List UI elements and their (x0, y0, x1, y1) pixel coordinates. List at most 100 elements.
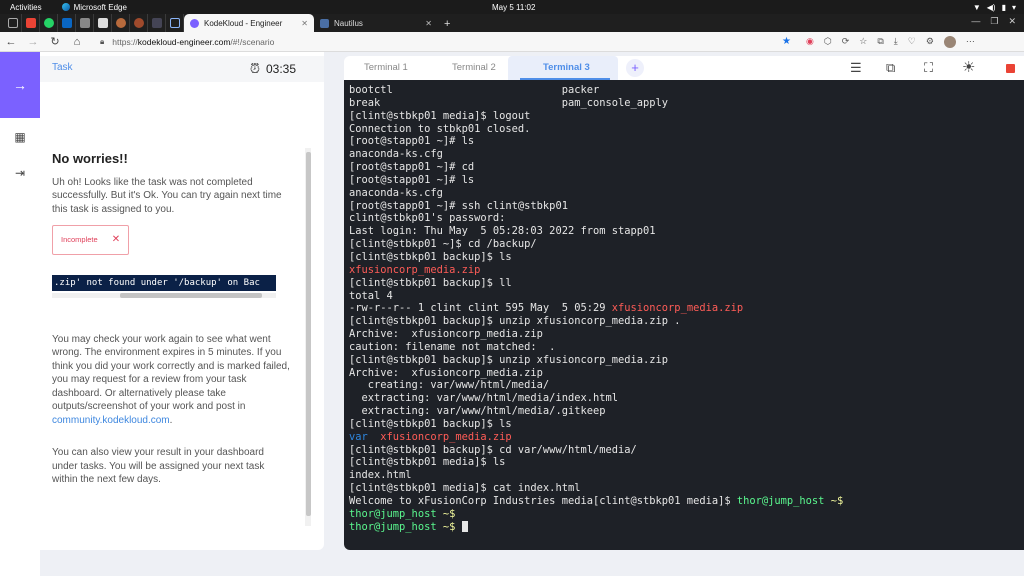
terminal-line: extracting: var/www/html/media/.gitkeep (349, 405, 1024, 418)
task-scrollbar-thumb[interactable] (306, 152, 311, 516)
volume-icon: ◀) (986, 2, 996, 12)
terminal-line: [root@stapp01 ~]# ls (349, 174, 1024, 187)
new-tab-button[interactable]: + (444, 18, 450, 30)
pinned-tab-app-1[interactable] (112, 14, 130, 32)
community-link[interactable]: community.kodekloud.com (52, 415, 170, 426)
tab-terminal-1[interactable]: Terminal 1 (364, 62, 408, 73)
app-icon (151, 18, 162, 28)
task-result-content: No worries!! Uh oh! Looks like the task … (52, 152, 292, 487)
dashboard-grid-icon[interactable]: ▦ (0, 130, 40, 144)
terminal-text: [clint@stbkp01 backup]$ unzip xfusioncor… (349, 353, 669, 366)
error-scrollbar-thumb[interactable] (120, 292, 262, 298)
home-icon[interactable]: ⌂ (66, 36, 88, 48)
tab-terminal-3[interactable]: Terminal 3 (543, 62, 590, 73)
collections-icon[interactable]: ⧉ (877, 36, 883, 47)
app-menu[interactable]: Microsoft Edge (61, 3, 127, 12)
battery-icon: ▮ (1001, 2, 1006, 12)
close-tab-icon[interactable]: ✕ (301, 19, 308, 28)
terminal-line: anaconda-ks.cfg (349, 187, 1024, 200)
menu-icon[interactable]: ☰ (850, 60, 862, 76)
gmail-icon (25, 18, 36, 28)
heart-icon[interactable]: ♡ (908, 36, 916, 47)
tab-kodekloud[interactable]: KodeKloud - Engineer ✕ (184, 14, 314, 32)
linkedin-icon (61, 18, 72, 28)
document-icon (169, 18, 180, 28)
terminal-text: ~$ (436, 507, 456, 520)
terminal-text: bootctl packer (349, 84, 600, 96)
back-icon[interactable]: ← (0, 36, 22, 48)
fullscreen-icon[interactable]: ⛶ (924, 60, 933, 76)
terminal-text: Connection to stbkp01 closed. (349, 122, 531, 135)
pinned-tab-app-2[interactable] (130, 14, 148, 32)
pinned-tab-app-3[interactable] (148, 14, 166, 32)
profile-avatar[interactable] (943, 35, 956, 48)
pinned-tab-workspace[interactable] (4, 14, 22, 32)
clock[interactable]: May 5 11:02 (492, 3, 535, 12)
lock-icon: 🔒︎ (100, 36, 105, 46)
app-icon (115, 18, 126, 28)
terminal-line: [clint@stbkp01 backup]$ unzip xfusioncor… (349, 315, 1024, 328)
terminal-text: [root@stapp01 ~]# ssh clint@stbkp01 (349, 199, 568, 212)
terminal-text: [clint@stbkp01 backup]$ unzip xfusioncor… (349, 315, 681, 328)
close-tab-icon[interactable]: ✕ (425, 19, 432, 28)
extension-icon[interactable]: ⟳ (842, 36, 850, 47)
logout-icon[interactable]: ⇥ (0, 166, 40, 180)
arrow-right-icon: → (13, 77, 27, 93)
review-text-end: . (169, 414, 173, 426)
terminal-line: xfusioncorp_media.zip (349, 264, 1024, 277)
review-text: You may check your work again to see wha… (52, 333, 290, 413)
url-suffix: /#!/scenario (230, 36, 275, 47)
tab-terminal-2[interactable]: Terminal 2 (452, 62, 496, 73)
terminal-text: -rw-r--r-- 1 clint clint 595 May 5 05:29 (349, 302, 612, 315)
task-panel: Task ⏰︎ 03:35 No worries!! Uh oh! Looks l… (40, 52, 324, 550)
rail-arrow-button[interactable]: → (0, 52, 40, 118)
terminal-text: [clint@stbkp01 media]$ logout (349, 109, 531, 122)
url-host: kodekloud-engineer.com (137, 36, 231, 47)
pinned-tab-doc[interactable] (166, 14, 184, 32)
terminal-line: [clint@stbkp01 media]$ cat index.html (349, 482, 1024, 495)
downloads-icon[interactable]: ⤓ (894, 36, 898, 47)
favorites-icon[interactable]: ☆ (859, 36, 867, 47)
terminal-tab-bar: Terminal 1 Terminal 2 Terminal 3 + ☰ ⧉ ⛶… (344, 56, 1024, 80)
open-external-icon[interactable]: ⧉ (886, 60, 895, 76)
pinned-tab-linkedin[interactable] (58, 14, 76, 32)
terminal-line: bootctl packer (349, 84, 1024, 97)
terminal-text: xfusioncorp_media.zip (349, 263, 481, 276)
terminal-output[interactable]: bootctl packer break pam_console_apply [cl… (344, 80, 1024, 550)
review-instructions: You may check your work again to see wha… (52, 333, 292, 428)
forward-icon[interactable]: → (22, 36, 44, 48)
url-prefix: https:// (112, 36, 138, 47)
tab-title: Nautilus (334, 18, 363, 28)
close-window-icon[interactable]: ✕ (1008, 16, 1016, 27)
result-heading: No worries!! (52, 151, 128, 166)
more-menu-icon[interactable]: ⋯ (966, 36, 975, 47)
minimize-icon[interactable]: — (971, 16, 980, 27)
theme-toggle-icon[interactable]: ☀ (962, 58, 975, 76)
favorite-star-icon[interactable]: ★ (782, 36, 791, 47)
terminal-text: ~$ (436, 520, 462, 533)
reload-icon[interactable]: ↻ (44, 35, 66, 48)
result-intro: Uh oh! Looks like the task was not compl… (52, 176, 282, 215)
terminal-line: [clint@stbkp01 backup]$ ls (349, 418, 1024, 431)
bottom-strip (40, 552, 1024, 576)
settings-menu-icon[interactable]: ⚙ (926, 36, 934, 47)
pinned-tab-generic[interactable] (76, 14, 94, 32)
stop-icon[interactable] (1006, 64, 1015, 73)
pinned-tab-whatsapp[interactable] (40, 14, 58, 32)
nautilus-favicon (320, 18, 329, 28)
tab-nautilus[interactable]: Nautilus ✕ (314, 14, 438, 32)
tab-task[interactable]: Task (52, 62, 73, 73)
system-tray[interactable]: ▼ ◀) ▮ ▾ (973, 3, 1016, 12)
add-terminal-button[interactable]: + (626, 59, 644, 77)
extension-icon[interactable]: ◉ (806, 36, 814, 47)
terminal-line: [clint@stbkp01 media]$ ls (349, 456, 1024, 469)
pinned-tab-docs[interactable] (94, 14, 112, 32)
terminal-text: extracting: var/www/html/media/index.htm… (349, 392, 619, 405)
terminal-text: thor@jump_host (349, 520, 437, 533)
activities-button[interactable]: Activities (10, 3, 42, 12)
extension-icon[interactable]: ⬡ (824, 36, 832, 47)
terminal-text: break pam_console_apply (349, 96, 669, 109)
url-field[interactable]: 🔒︎ https://kodekloud-engineer.com/#!/sce… (100, 34, 800, 50)
maximize-icon[interactable]: ❐ (990, 16, 998, 27)
pinned-tab-gmail[interactable] (22, 14, 40, 32)
